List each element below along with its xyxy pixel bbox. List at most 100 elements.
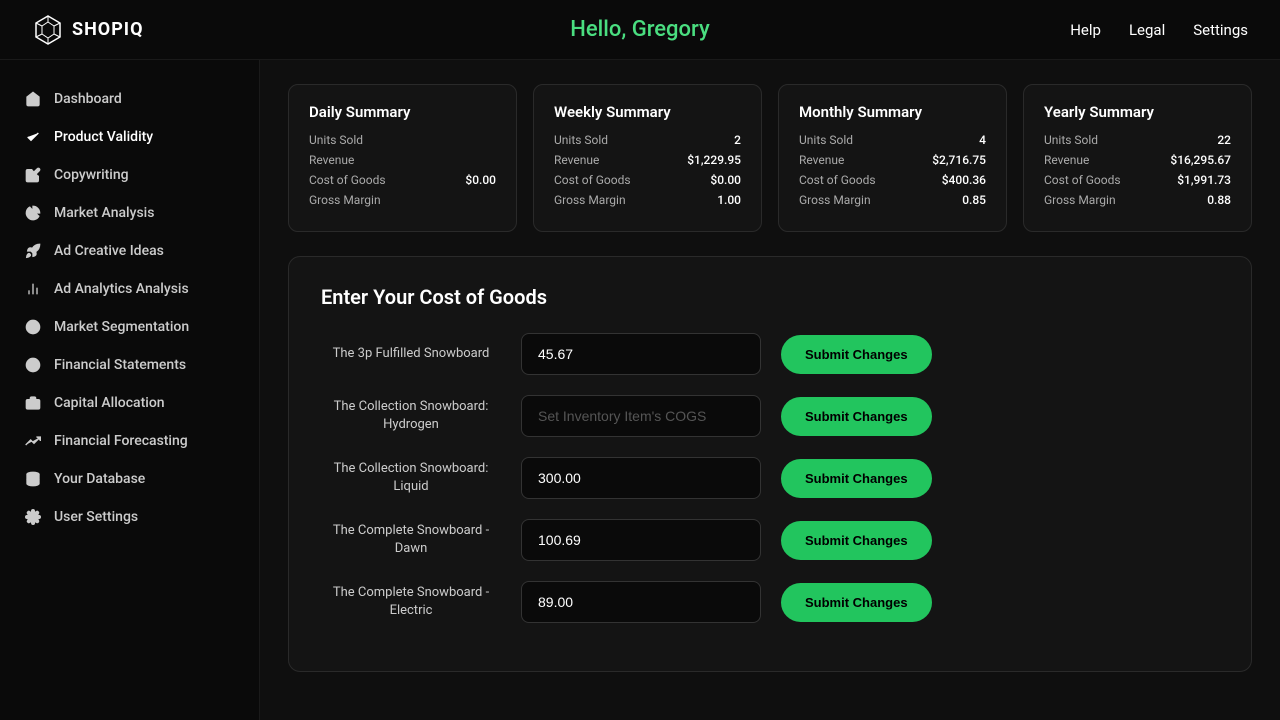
cog-product-name: The Complete Snowboard - Dawn	[321, 522, 501, 558]
daily-units-row: Units Sold	[309, 133, 496, 147]
settings-link[interactable]: Settings	[1193, 21, 1248, 39]
weekly-margin-row: Gross Margin 1.00	[554, 193, 741, 207]
legal-link[interactable]: Legal	[1129, 21, 1165, 39]
yearly-units-value: 22	[1217, 133, 1231, 147]
logo-icon	[32, 14, 64, 46]
sidebar-label-capital-allocation: Capital Allocation	[54, 395, 165, 411]
cog-product-name: The Complete Snowboard - Electric	[321, 584, 501, 620]
cog-input-complete-dawn[interactable]	[521, 519, 761, 561]
cog-input-complete-electric[interactable]	[521, 581, 761, 623]
sidebar-item-ad-creative[interactable]: Ad Creative Ideas	[0, 232, 259, 270]
sidebar-label-financial-forecasting: Financial Forecasting	[54, 433, 188, 449]
sidebar: Dashboard Product Validity Copywriting M…	[0, 60, 260, 720]
cog-section: Enter Your Cost of Goods The 3p Fulfille…	[288, 256, 1252, 672]
monthly-margin-label: Gross Margin	[799, 193, 871, 207]
yearly-revenue-row: Revenue $16,295.67	[1044, 153, 1231, 167]
sidebar-item-user-settings[interactable]: User Settings	[0, 498, 259, 536]
sidebar-label-market-seg: Market Segmentation	[54, 319, 189, 335]
bar-chart-icon	[24, 280, 42, 298]
cog-product-row: The Collection Snowboard: HydrogenSubmit…	[321, 395, 1219, 437]
header: SHOPIQ Hello, Gregory Help Legal Setting…	[0, 0, 1280, 60]
submit-btn-collection-hydrogen[interactable]: Submit Changes	[781, 397, 932, 436]
cog-product-row: The 3p Fulfilled Snowboard Submit Changes	[321, 333, 1219, 375]
sidebar-item-database[interactable]: Your Database	[0, 460, 259, 498]
daily-cog-row: Cost of Goods $0.00	[309, 173, 496, 187]
sidebar-label-ad-creative: Ad Creative Ideas	[54, 243, 164, 259]
submit-btn-3p-fulfilled[interactable]: Submit Changes	[781, 335, 932, 374]
monthly-units-label: Units Sold	[799, 133, 853, 147]
help-link[interactable]: Help	[1070, 21, 1101, 39]
cog-product-name: The 3p Fulfilled Snowboard	[321, 345, 501, 363]
daily-margin-label: Gross Margin	[309, 193, 381, 207]
sidebar-item-market-seg[interactable]: Market Segmentation	[0, 308, 259, 346]
daily-revenue-row: Revenue	[309, 153, 496, 167]
daily-summary-title: Daily Summary	[309, 103, 496, 121]
sidebar-item-market-analysis[interactable]: Market Analysis	[0, 194, 259, 232]
rocket-icon	[24, 242, 42, 260]
monthly-summary-title: Monthly Summary	[799, 103, 986, 121]
yearly-margin-label: Gross Margin	[1044, 193, 1116, 207]
header-nav: Help Legal Settings	[1070, 21, 1248, 39]
monthly-units-value: 4	[979, 133, 986, 147]
sidebar-label-copywriting: Copywriting	[54, 167, 129, 183]
cog-product-name: The Collection Snowboard: Liquid	[321, 460, 501, 496]
daily-revenue-label: Revenue	[309, 153, 354, 167]
sidebar-label-dashboard: Dashboard	[54, 91, 122, 107]
daily-units-label: Units Sold	[309, 133, 363, 147]
logo-text: SHOPIQ	[72, 19, 143, 40]
sidebar-item-capital-allocation[interactable]: Capital Allocation	[0, 384, 259, 422]
sidebar-item-product-validity[interactable]: Product Validity	[0, 118, 259, 156]
cog-product-row: The Complete Snowboard - Dawn Submit Chan…	[321, 519, 1219, 561]
weekly-units-row: Units Sold 2	[554, 133, 741, 147]
sidebar-label-user-settings: User Settings	[54, 509, 138, 525]
monthly-units-row: Units Sold 4	[799, 133, 986, 147]
monthly-revenue-label: Revenue	[799, 153, 844, 167]
database-icon	[24, 470, 42, 488]
submit-btn-complete-dawn[interactable]: Submit Changes	[781, 521, 932, 560]
chart-pie-icon	[24, 204, 42, 222]
weekly-revenue-row: Revenue $1,229.95	[554, 153, 741, 167]
weekly-cog-row: Cost of Goods $0.00	[554, 173, 741, 187]
layout: Dashboard Product Validity Copywriting M…	[0, 60, 1280, 720]
cog-product-row: The Complete Snowboard - Electric Submit …	[321, 581, 1219, 623]
weekly-units-label: Units Sold	[554, 133, 608, 147]
gear-icon	[24, 508, 42, 526]
weekly-summary-title: Weekly Summary	[554, 103, 741, 121]
cog-input-collection-liquid[interactable]	[521, 457, 761, 499]
logo: SHOPIQ	[32, 14, 143, 46]
cog-input-3p-fulfilled[interactable]	[521, 333, 761, 375]
yearly-units-label: Units Sold	[1044, 133, 1098, 147]
monthly-cog-value: $400.36	[942, 173, 986, 187]
daily-cog-label: Cost of Goods	[309, 173, 386, 187]
monthly-revenue-value: $2,716.75	[932, 153, 986, 167]
sidebar-label-product-validity: Product Validity	[54, 129, 153, 145]
yearly-revenue-value: $16,295.67	[1170, 153, 1231, 167]
weekly-margin-value: 1.00	[717, 193, 741, 207]
weekly-cog-label: Cost of Goods	[554, 173, 631, 187]
sidebar-item-ad-analytics[interactable]: Ad Analytics Analysis	[0, 270, 259, 308]
sidebar-item-dashboard[interactable]: Dashboard	[0, 80, 259, 118]
yearly-summary-card: Yearly Summary Units Sold 22 Revenue $16…	[1023, 84, 1252, 232]
greeting: Hello, Gregory	[570, 17, 710, 42]
daily-cog-value: $0.00	[465, 173, 496, 187]
monthly-summary-card: Monthly Summary Units Sold 4 Revenue $2,…	[778, 84, 1007, 232]
submit-btn-complete-electric[interactable]: Submit Changes	[781, 583, 932, 622]
sidebar-item-copywriting[interactable]: Copywriting	[0, 156, 259, 194]
check-icon	[24, 128, 42, 146]
sidebar-label-database: Your Database	[54, 471, 145, 487]
sidebar-item-financial-forecasting[interactable]: Financial Forecasting	[0, 422, 259, 460]
target-icon	[24, 318, 42, 336]
sidebar-label-financial-statements: Financial Statements	[54, 357, 186, 373]
dollar-icon	[24, 356, 42, 374]
daily-summary-card: Daily Summary Units Sold Revenue Cost of…	[288, 84, 517, 232]
monthly-cog-label: Cost of Goods	[799, 173, 876, 187]
main-content: Daily Summary Units Sold Revenue Cost of…	[260, 60, 1280, 720]
submit-btn-collection-liquid[interactable]: Submit Changes	[781, 459, 932, 498]
cog-input-collection-hydrogen[interactable]	[521, 395, 761, 437]
sidebar-item-financial-statements[interactable]: Financial Statements	[0, 346, 259, 384]
cog-product-row: The Collection Snowboard: Liquid Submit C…	[321, 457, 1219, 499]
sidebar-label-ad-analytics: Ad Analytics Analysis	[54, 281, 189, 297]
weekly-revenue-label: Revenue	[554, 153, 599, 167]
summary-cards: Daily Summary Units Sold Revenue Cost of…	[288, 84, 1252, 232]
monthly-margin-row: Gross Margin 0.85	[799, 193, 986, 207]
